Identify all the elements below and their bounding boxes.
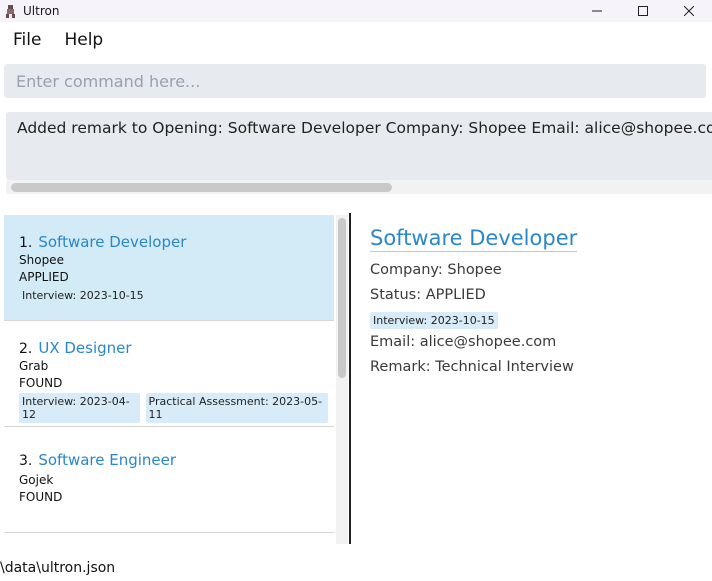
- detail-title: Software Developer: [370, 226, 578, 252]
- opening-list: 1. Software Developer Shopee APPLIED Int…: [4, 215, 334, 544]
- detail-status: Status: APPLIED: [370, 287, 486, 303]
- scrollbar-thumb[interactable]: [11, 183, 392, 192]
- app-icon: [4, 4, 17, 18]
- item-title: Software Developer: [38, 233, 187, 251]
- list-item[interactable]: 2. UX Designer Grab FOUND Interview: 202…: [4, 321, 334, 427]
- item-status: APPLIED: [19, 270, 69, 284]
- result-text: Added remark to Opening: Software Develo…: [17, 119, 712, 137]
- maximize-button[interactable]: [620, 0, 666, 22]
- panel-divider: [349, 213, 351, 544]
- item-index: 2.: [19, 341, 33, 357]
- opening-detail: Software Developer Company: Shopee Statu…: [370, 226, 700, 375]
- date-tag: Practical Assessment: 2023-05-11: [145, 393, 328, 423]
- item-index: 3.: [19, 453, 33, 469]
- item-company: Shopee: [19, 253, 64, 267]
- list-item[interactable]: 3. Software Engineer Gojek FOUND: [4, 427, 334, 533]
- item-company: Grab: [19, 359, 49, 373]
- maximize-icon: [638, 6, 648, 16]
- item-title: Software Engineer: [38, 451, 177, 469]
- detail-email: Email: alice@shopee.com: [370, 334, 557, 350]
- detail-company: Company: Shopee: [370, 262, 502, 278]
- result-horizontal-scrollbar[interactable]: [6, 180, 712, 194]
- list-vertical-scrollbar[interactable]: [336, 215, 348, 544]
- menu-file[interactable]: File: [13, 30, 41, 50]
- date-tag: Interview: 2023-04-12: [19, 393, 140, 423]
- command-box: [4, 64, 706, 98]
- item-status: FOUND: [19, 490, 63, 504]
- close-icon: [684, 6, 694, 16]
- item-status: FOUND: [19, 376, 63, 390]
- detail-date-tag: Interview: 2023-10-15: [370, 312, 498, 329]
- menu-help[interactable]: Help: [64, 30, 103, 50]
- command-input[interactable]: [16, 71, 706, 91]
- menu-bar: File Help: [0, 22, 712, 58]
- list-item[interactable]: 1. Software Developer Shopee APPLIED Int…: [4, 215, 334, 321]
- close-button[interactable]: [666, 0, 712, 22]
- minimize-button[interactable]: [574, 0, 620, 22]
- item-title: UX Designer: [38, 339, 132, 357]
- result-display: Added remark to Opening: Software Develo…: [6, 112, 712, 180]
- title-bar: Ultron: [0, 0, 712, 22]
- minimize-icon: [592, 10, 602, 12]
- window-title: Ultron: [23, 4, 60, 18]
- date-tag: Interview: 2023-10-15: [22, 289, 144, 302]
- item-company: Gojek: [19, 473, 54, 487]
- detail-remark: Remark: Technical Interview: [370, 359, 574, 375]
- scrollbar-thumb[interactable]: [338, 218, 346, 378]
- item-index: 1.: [19, 235, 33, 251]
- status-bar-path: \data\ultron.json: [0, 560, 116, 576]
